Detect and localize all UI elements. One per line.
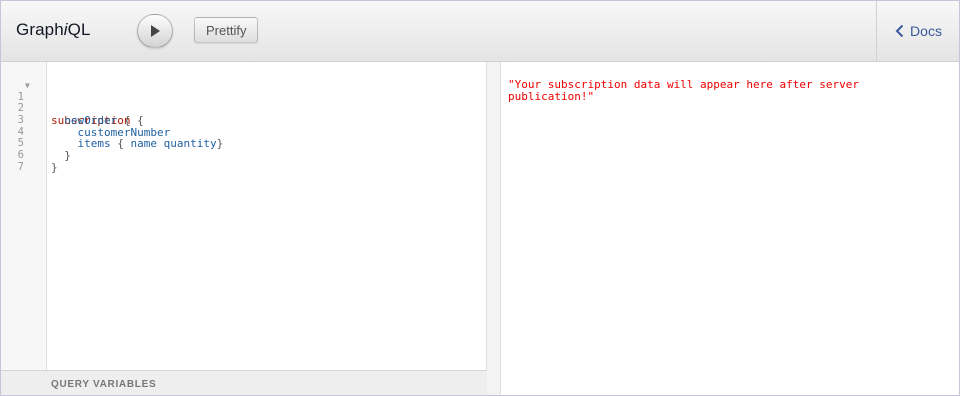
code-line-4: 4 items { name quantity} (0, 115, 487, 150)
code-line-2: 2 newOrder { (0, 92, 487, 127)
execute-query-button[interactable] (137, 14, 173, 48)
result-pane: "Your subscription data will appear here… (501, 62, 960, 396)
query-editor[interactable]: 1 ▼ subscription { 2 newOrder { 3 custom… (0, 62, 487, 396)
docs-label: Docs (910, 22, 942, 39)
toolbar-main: GraphiQL Prettify (0, 0, 876, 62)
prettify-button[interactable]: Prettify (194, 17, 259, 43)
result-text: "Your subscription data will appear here… (508, 78, 859, 103)
fold-arrow-icon[interactable]: ▼ (25, 80, 30, 92)
code-line-6: 6 } (0, 138, 487, 173)
line-number: 7 (17, 160, 24, 173)
play-icon (151, 25, 160, 37)
title-suffix: QL (67, 20, 91, 39)
query-variables-bar[interactable]: QUERY VARIABLES (0, 370, 487, 396)
pane-divider[interactable] (487, 62, 501, 396)
title-prefix: Graph (16, 20, 64, 39)
docs-button[interactable]: Docs (876, 0, 960, 62)
toolbar: GraphiQL Prettify Docs (0, 0, 960, 62)
code-line-7: 7 (0, 150, 487, 172)
code-line-3: 3 customerNumber (0, 103, 487, 138)
code-area[interactable]: 1 ▼ subscription { 2 newOrder { 3 custom… (0, 80, 487, 173)
code-line-1: 1 ▼ subscription { (0, 80, 487, 126)
app-title: GraphiQL (16, 20, 91, 40)
code-line-5: 5 } (0, 127, 487, 162)
chevron-left-icon (895, 24, 904, 37)
query-variables-label: QUERY VARIABLES (51, 379, 157, 390)
brace: } (51, 160, 58, 174)
